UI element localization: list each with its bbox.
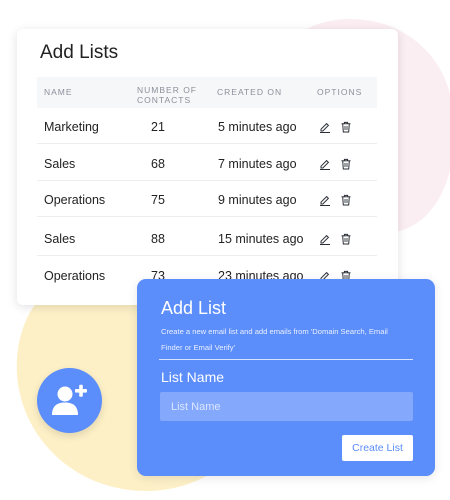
created-on-cell: 9 minutes ago [218,193,297,207]
contacts-count-cell: 88 [151,232,165,246]
trash-icon[interactable] [340,232,352,245]
created-on-cell: 15 minutes ago [218,232,304,246]
edit-icon[interactable] [319,157,331,170]
edit-icon[interactable] [319,120,331,133]
contacts-count-cell: 68 [151,157,165,171]
created-on-cell: 7 minutes ago [218,157,297,171]
list-name-cell: Marketing [44,120,99,134]
edit-icon[interactable] [319,193,331,206]
lists-card: Add Lists NAME NUMBER OF CONTACTS CREATE… [17,29,398,305]
row-divider [37,216,377,217]
column-header-created: CREATED ON [217,87,283,97]
add-user-icon [52,384,87,415]
table-row: Operations 75 9 minutes ago [37,181,377,217]
row-divider [37,255,377,256]
edit-icon[interactable] [319,232,331,245]
table-row: Marketing 21 5 minutes ago [37,108,377,144]
created-on-cell: 5 minutes ago [218,120,297,134]
list-name-cell: Sales [44,232,76,246]
lists-card-title: Add Lists [40,42,119,63]
contacts-count-cell: 75 [151,193,165,207]
table-row: Sales 68 7 minutes ago [37,145,377,181]
list-name-cell: Operations [44,193,106,207]
add-user-badge [37,368,102,433]
add-list-form: Add List Create a new email list and add… [137,279,435,476]
trash-icon[interactable] [340,193,352,206]
list-name-input[interactable] [160,392,413,421]
table-header: NAME NUMBER OF CONTACTS CREATED ON OPTIO… [37,77,377,108]
list-name-label: List Name [161,369,225,385]
create-list-button[interactable]: Create List [342,435,413,461]
contacts-count-cell: 21 [151,120,165,134]
table-row: Sales 88 15 minutes ago [37,220,377,256]
list-name-cell: Sales [44,157,76,171]
list-name-cell: Operations [44,269,106,283]
column-header-contacts: NUMBER OF CONTACTS [137,85,197,105]
column-header-options: OPTIONS [317,87,363,97]
trash-icon[interactable] [340,157,352,170]
form-divider [159,359,413,360]
form-description: Create a new email list and add emails f… [161,327,388,352]
trash-icon[interactable] [340,120,352,133]
column-header-name: NAME [44,87,73,97]
row-divider [37,143,377,144]
form-title: Add List [161,298,227,318]
